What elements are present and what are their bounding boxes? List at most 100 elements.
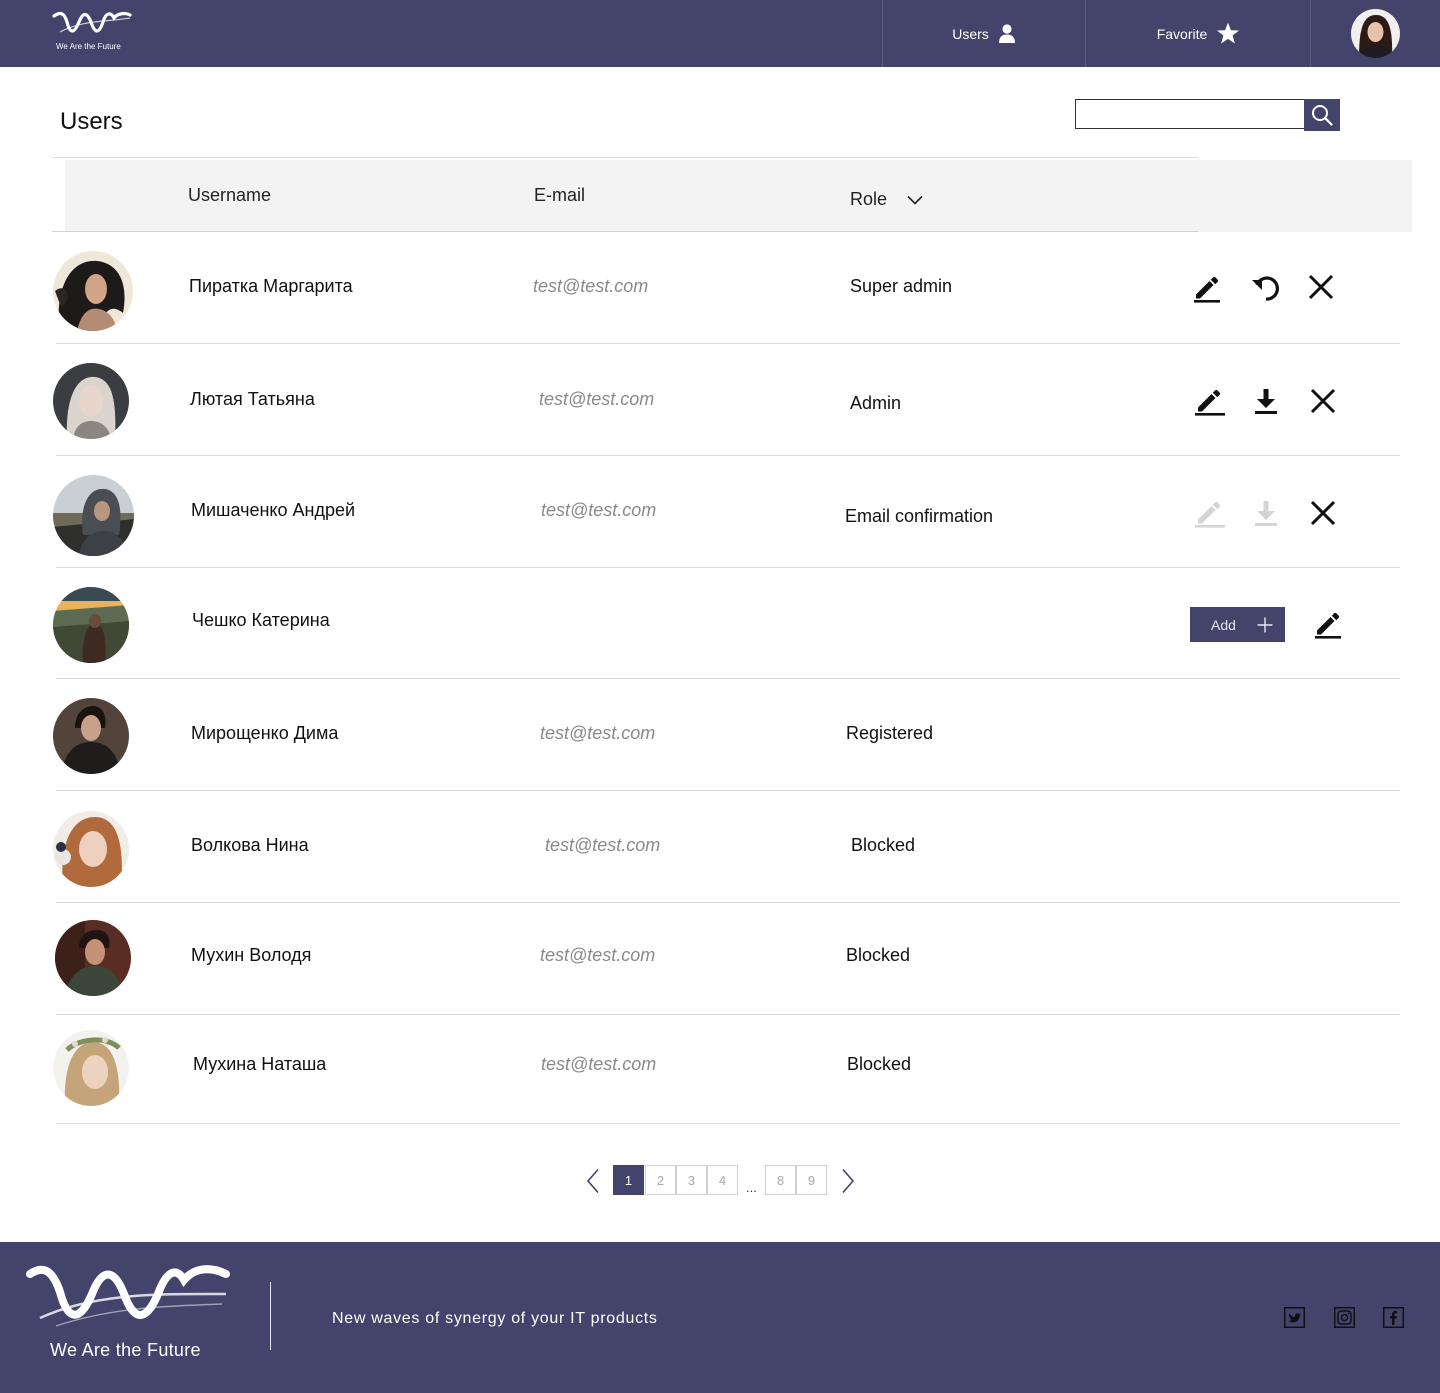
page-3[interactable]: 3	[676, 1165, 707, 1195]
divider	[52, 157, 1198, 158]
user-role: Registered	[846, 723, 934, 743]
brand-logo[interactable]: We Are the Future	[52, 10, 132, 56]
edit-button-disabled	[1192, 496, 1226, 530]
user-icon	[998, 24, 1015, 43]
pagination-prev[interactable]	[583, 1166, 603, 1196]
page-2[interactable]: 2	[645, 1165, 676, 1195]
user-name: Чешко Катерина	[192, 610, 330, 630]
column-header-role[interactable]: Role	[850, 189, 923, 210]
avatar[interactable]	[53, 475, 134, 556]
user-email: test@test.com	[533, 276, 649, 296]
close-icon	[1310, 388, 1336, 414]
user-email: test@test.com	[540, 945, 656, 965]
profile-avatar[interactable]	[1351, 9, 1400, 58]
pagination-next[interactable]	[838, 1166, 858, 1196]
avatar[interactable]	[53, 1030, 129, 1106]
table-row: Волкова Нина test@test.com Blocked	[0, 791, 1440, 903]
page-8[interactable]: 8	[765, 1165, 796, 1195]
facebook-link[interactable]	[1383, 1307, 1404, 1328]
download-button[interactable]	[1249, 384, 1283, 418]
user-photo	[53, 811, 129, 887]
user-email: test@test.com	[539, 389, 655, 409]
restore-button[interactable]	[1249, 271, 1283, 305]
table-row: Чешко Катерина Add	[0, 567, 1440, 679]
avatar[interactable]	[53, 811, 129, 887]
page-4[interactable]: 4	[707, 1165, 738, 1195]
instagram-icon	[1334, 1307, 1355, 1328]
add-role-button[interactable]: Add	[1190, 607, 1285, 642]
edit-button[interactable]	[1310, 607, 1344, 641]
facebook-icon	[1383, 1307, 1404, 1328]
footer: We Are the Future New waves of synergy o…	[0, 1242, 1440, 1393]
user-photo	[53, 363, 129, 439]
delete-button[interactable]	[1304, 270, 1338, 304]
twitter-icon	[1284, 1307, 1305, 1328]
user-email: test@test.com	[545, 835, 661, 855]
table-row: Лютая Татьяна test@test.com Admin	[0, 344, 1440, 456]
avatar[interactable]	[53, 251, 133, 331]
nav-favorite[interactable]: Favorite	[1086, 0, 1311, 67]
download-button-disabled	[1249, 496, 1283, 530]
footer-tagline: We Are the Future	[50, 1340, 201, 1360]
pagination-ellipsis: ...	[746, 1180, 757, 1195]
user-name: Мирощенко Дима	[191, 723, 339, 743]
twitter-link[interactable]	[1284, 1307, 1305, 1328]
page-title: Users	[60, 108, 123, 135]
footer-logo[interactable]: We Are the Future	[26, 1264, 230, 1370]
download-icon	[1255, 501, 1277, 526]
user-name: Лютая Татьяна	[190, 389, 315, 409]
delete-button[interactable]	[1306, 496, 1340, 530]
nav-divider	[1310, 0, 1311, 67]
wave-logo-icon	[26, 1265, 230, 1327]
user-photo	[53, 475, 134, 556]
user-photo	[53, 251, 133, 331]
footer-divider	[270, 1282, 271, 1350]
avatar[interactable]	[53, 363, 129, 439]
page-1[interactable]: 1	[613, 1165, 644, 1195]
user-photo	[55, 920, 131, 996]
avatar[interactable]	[55, 920, 131, 996]
instagram-link[interactable]	[1334, 1307, 1355, 1328]
edit-icon	[1195, 501, 1225, 528]
table-row: Пиратка Маргарита test@test.com Super ad…	[0, 232, 1440, 344]
user-email: test@test.com	[540, 723, 656, 743]
user-name: Пиратка Маргарита	[189, 276, 353, 296]
edit-button[interactable]	[1192, 384, 1226, 418]
wave-logo-icon	[52, 11, 132, 33]
user-photo	[53, 1030, 129, 1106]
edit-icon	[1194, 276, 1220, 303]
avatar[interactable]	[53, 587, 129, 663]
search-icon	[1312, 105, 1333, 126]
page-9[interactable]: 9	[796, 1165, 827, 1195]
table-row: Мирощенко Дима test@test.com Registered	[0, 679, 1440, 791]
search-button[interactable]	[1304, 99, 1340, 131]
chevron-right-icon	[842, 1168, 855, 1194]
table-row: Мухин Володя test@test.com Blocked	[0, 903, 1440, 1015]
user-name: Мишаченко Андрей	[191, 500, 356, 520]
user-name: Мухина Наташа	[193, 1054, 327, 1074]
add-role-label: Add	[1211, 616, 1236, 633]
plus-icon	[1257, 617, 1273, 632]
row-divider	[56, 1123, 1400, 1124]
avatar[interactable]	[53, 698, 129, 774]
delete-button[interactable]	[1306, 384, 1340, 418]
undo-icon	[1252, 276, 1279, 301]
user-email: test@test.com	[541, 500, 657, 520]
download-icon	[1255, 389, 1277, 414]
table-row: Мухина Наташа test@test.com Blocked	[0, 1012, 1440, 1124]
search-input[interactable]	[1075, 99, 1304, 129]
column-header-username: Username	[188, 185, 272, 205]
user-name: Волкова Нина	[191, 835, 309, 855]
brand-tagline: We Are the Future	[56, 42, 121, 51]
edit-button[interactable]	[1189, 271, 1223, 305]
profile-photo	[1351, 9, 1400, 58]
nav-favorite-label: Favorite	[1156, 25, 1208, 42]
chevron-down-icon	[907, 195, 923, 205]
footer-slogan: New waves of synergy of your IT products	[332, 1310, 658, 1327]
close-icon	[1308, 274, 1334, 300]
user-photo	[53, 587, 129, 663]
user-name: Мухин Володя	[191, 945, 312, 965]
chevron-left-icon	[586, 1168, 599, 1194]
user-role: Super admin	[850, 276, 953, 296]
nav-users[interactable]: Users	[883, 0, 1085, 67]
